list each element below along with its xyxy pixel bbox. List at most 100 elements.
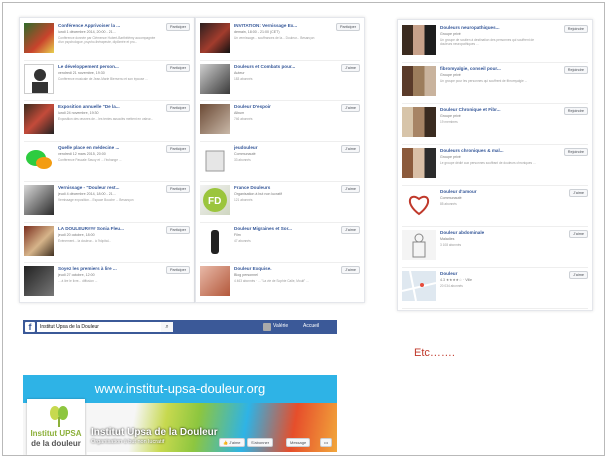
thumbnail-image[interactable] [401, 270, 437, 302]
row-title[interactable]: France Douleurs [234, 185, 310, 190]
like-button[interactable]: J'aime [569, 271, 588, 279]
like-button[interactable]: J'aime [341, 185, 360, 193]
row-title[interactable]: Le développement person... [58, 64, 136, 69]
join-button[interactable]: Rejoindre [563, 148, 588, 156]
participate-button[interactable]: Participer [165, 104, 190, 112]
row-title[interactable]: Douleurs neuropathiques... [440, 25, 530, 30]
row-title[interactable]: Conférence Apprivoiser la ... [58, 23, 136, 28]
thumbnail-image[interactable] [200, 63, 230, 94]
row-title[interactable]: INVITATION: Vernissage Ex... [234, 23, 310, 28]
thumbnail-image[interactable] [24, 266, 54, 296]
participate-button[interactable]: Participer [165, 23, 190, 31]
row-title[interactable]: Vernissage - "Douleur rest... [58, 185, 136, 190]
event-row[interactable]: Le développement person... vendredi 21 no… [20, 61, 194, 101]
follow-button[interactable]: S'abonner [247, 438, 274, 447]
like-button[interactable]: J'aime [341, 144, 360, 153]
group-row[interactable]: Douleurs chroniques & mal... Groupe privé… [398, 145, 592, 186]
page-row[interactable]: Douleur Exquise. Blog personnel 4 463 abon… [196, 263, 364, 302]
home-link[interactable]: Accueil [303, 323, 319, 329]
thumbnail-image[interactable] [200, 266, 230, 296]
event-row[interactable]: LA DOULEUR### Sonia Fleu... jeudi 20 octo… [20, 223, 194, 263]
page-row[interactable]: jeudouleur Communauté 33 abonnés J'aime [196, 142, 364, 182]
search-icon[interactable]: ⌕ [161, 322, 173, 332]
thumbnail-image[interactable] [24, 23, 54, 53]
event-row[interactable]: Soyez les premiers à lire ... jeudi 27 oc… [20, 263, 194, 302]
group-row[interactable]: fibromyalgie, conseil pour... Groupe priv… [398, 63, 592, 104]
thumbnail-image[interactable] [200, 104, 230, 134]
participate-button[interactable]: Participer [165, 144, 190, 153]
like-button[interactable]: 👍 J'aime [219, 438, 245, 447]
row-title[interactable]: fibromyalgie, conseil pour... [440, 66, 530, 71]
group-row[interactable]: Douleur 4.3 ★★★★☆ · Ville 20 034 abonnés J'… [398, 268, 592, 309]
like-button[interactable]: J'aime [341, 63, 360, 72]
facebook-logo-icon[interactable]: f [25, 322, 35, 332]
event-row[interactable]: Exposition annuelle "De la... lundi 24 no… [20, 101, 194, 142]
join-button[interactable]: Rejoindre [563, 66, 588, 74]
group-row[interactable]: Douleurs neuropathiques... Groupe privé Un… [398, 22, 592, 63]
row-title[interactable]: Douleurs chroniques & mal... [440, 148, 530, 153]
row-title[interactable]: Douleur d'amour [440, 189, 530, 194]
thumbnail-image[interactable] [24, 144, 54, 175]
event-row[interactable]: Conférence Apprivoiser la ... lundi 1 déc… [20, 20, 194, 61]
like-label: J'aime [229, 440, 241, 445]
page-row[interactable]: FD France Douleurs Organisation à but non … [196, 182, 364, 223]
thumbnail-image[interactable]: FD [200, 185, 230, 215]
row-title[interactable]: Quelle place en médecine ... [58, 145, 136, 150]
join-button[interactable]: Rejoindre [563, 107, 588, 115]
thumbnail-image[interactable] [402, 25, 436, 55]
participate-button[interactable]: Participer [165, 266, 190, 274]
row-title[interactable]: Douleur Exquise. [234, 266, 310, 271]
group-row[interactable]: Douleur d'amour Communauté 85 abonnés J'aim… [398, 186, 592, 227]
thumbnail-image[interactable] [402, 66, 436, 96]
profile-link[interactable]: Valérie [273, 323, 288, 329]
like-button[interactable]: J'aime [569, 189, 588, 197]
join-button[interactable]: Rejoindre [563, 25, 588, 33]
group-row[interactable]: Douleur Chronique et Fibr... Groupe privé… [398, 104, 592, 145]
thumbnail-image[interactable] [402, 107, 436, 137]
participate-button[interactable]: Participer [165, 63, 190, 72]
event-row[interactable]: Quelle place en médecine ... vendredi 12 … [20, 142, 194, 182]
message-label: Message [290, 440, 307, 445]
like-button[interactable]: J'aime [341, 104, 360, 112]
row-title[interactable]: Exposition annuelle "De la... [58, 104, 136, 109]
page-row[interactable]: Douleurs et Combats pour... Auteur 183 abo… [196, 61, 364, 101]
book-icon [205, 150, 225, 171]
row-title[interactable]: Douleur abdominale [440, 230, 530, 235]
like-button[interactable]: J'aime [341, 266, 360, 274]
avatar[interactable] [263, 323, 271, 331]
like-button[interactable]: J'aime [341, 225, 360, 234]
row-title[interactable]: Douleur Migraines et Sor... [234, 226, 310, 231]
thumbnail-image[interactable] [24, 104, 54, 134]
row-title[interactable]: LA DOULEUR### Sonia Fleu... [58, 226, 136, 231]
thumbnail-image[interactable] [200, 225, 230, 256]
page-row[interactable]: INVITATION: Vernissage Ex... demain, 18:0… [196, 20, 364, 61]
row-title[interactable]: Douleur D'espoir [234, 104, 310, 109]
thumbnail-image[interactable] [402, 230, 436, 260]
page-row[interactable]: Douleur Migraines et Sor... Film 47 abonné… [196, 223, 364, 263]
profile-picture[interactable]: Institut UPSA de la douleur [27, 399, 85, 455]
thumbnail-image[interactable] [402, 189, 436, 219]
website-url[interactable]: www.institut-upsa-douleur.org [23, 381, 337, 396]
more-button[interactable]: ••• [320, 438, 333, 447]
participate-button[interactable]: Participer [165, 225, 190, 234]
row-title[interactable]: Douleurs et Combats pour... [234, 64, 310, 69]
participate-button[interactable]: Participer [335, 23, 360, 31]
participate-button[interactable]: Participer [165, 185, 190, 193]
row-title[interactable]: jeudouleur [234, 145, 310, 150]
thumbnail-image[interactable] [24, 185, 54, 215]
group-row[interactable]: Douleur abdominale Maladies 3 108 abonnés J… [398, 227, 592, 268]
thumbnail-image[interactable] [402, 148, 436, 178]
thumbnail-image[interactable] [200, 144, 230, 175]
page-row[interactable]: Douleur D'espoir Album 746 abonnés J'aime [196, 101, 364, 142]
like-button[interactable]: J'aime [569, 230, 588, 238]
row-title[interactable]: Douleur Chronique et Fibr... [440, 107, 530, 112]
row-title[interactable]: Douleur [440, 271, 530, 276]
event-row[interactable]: Vernissage - "Douleur rest... jeudi 4 déc… [20, 182, 194, 223]
follow-label: S'abonner [251, 440, 270, 445]
thumbnail-image[interactable] [200, 23, 230, 53]
message-button[interactable]: Message [286, 438, 311, 447]
thumbnail-image[interactable] [24, 63, 54, 94]
search-input[interactable]: Institut Upsa de la Douleur [37, 322, 161, 332]
thumbnail-image[interactable] [24, 225, 54, 256]
row-title[interactable]: Soyez les premiers à lire ... [58, 266, 136, 271]
